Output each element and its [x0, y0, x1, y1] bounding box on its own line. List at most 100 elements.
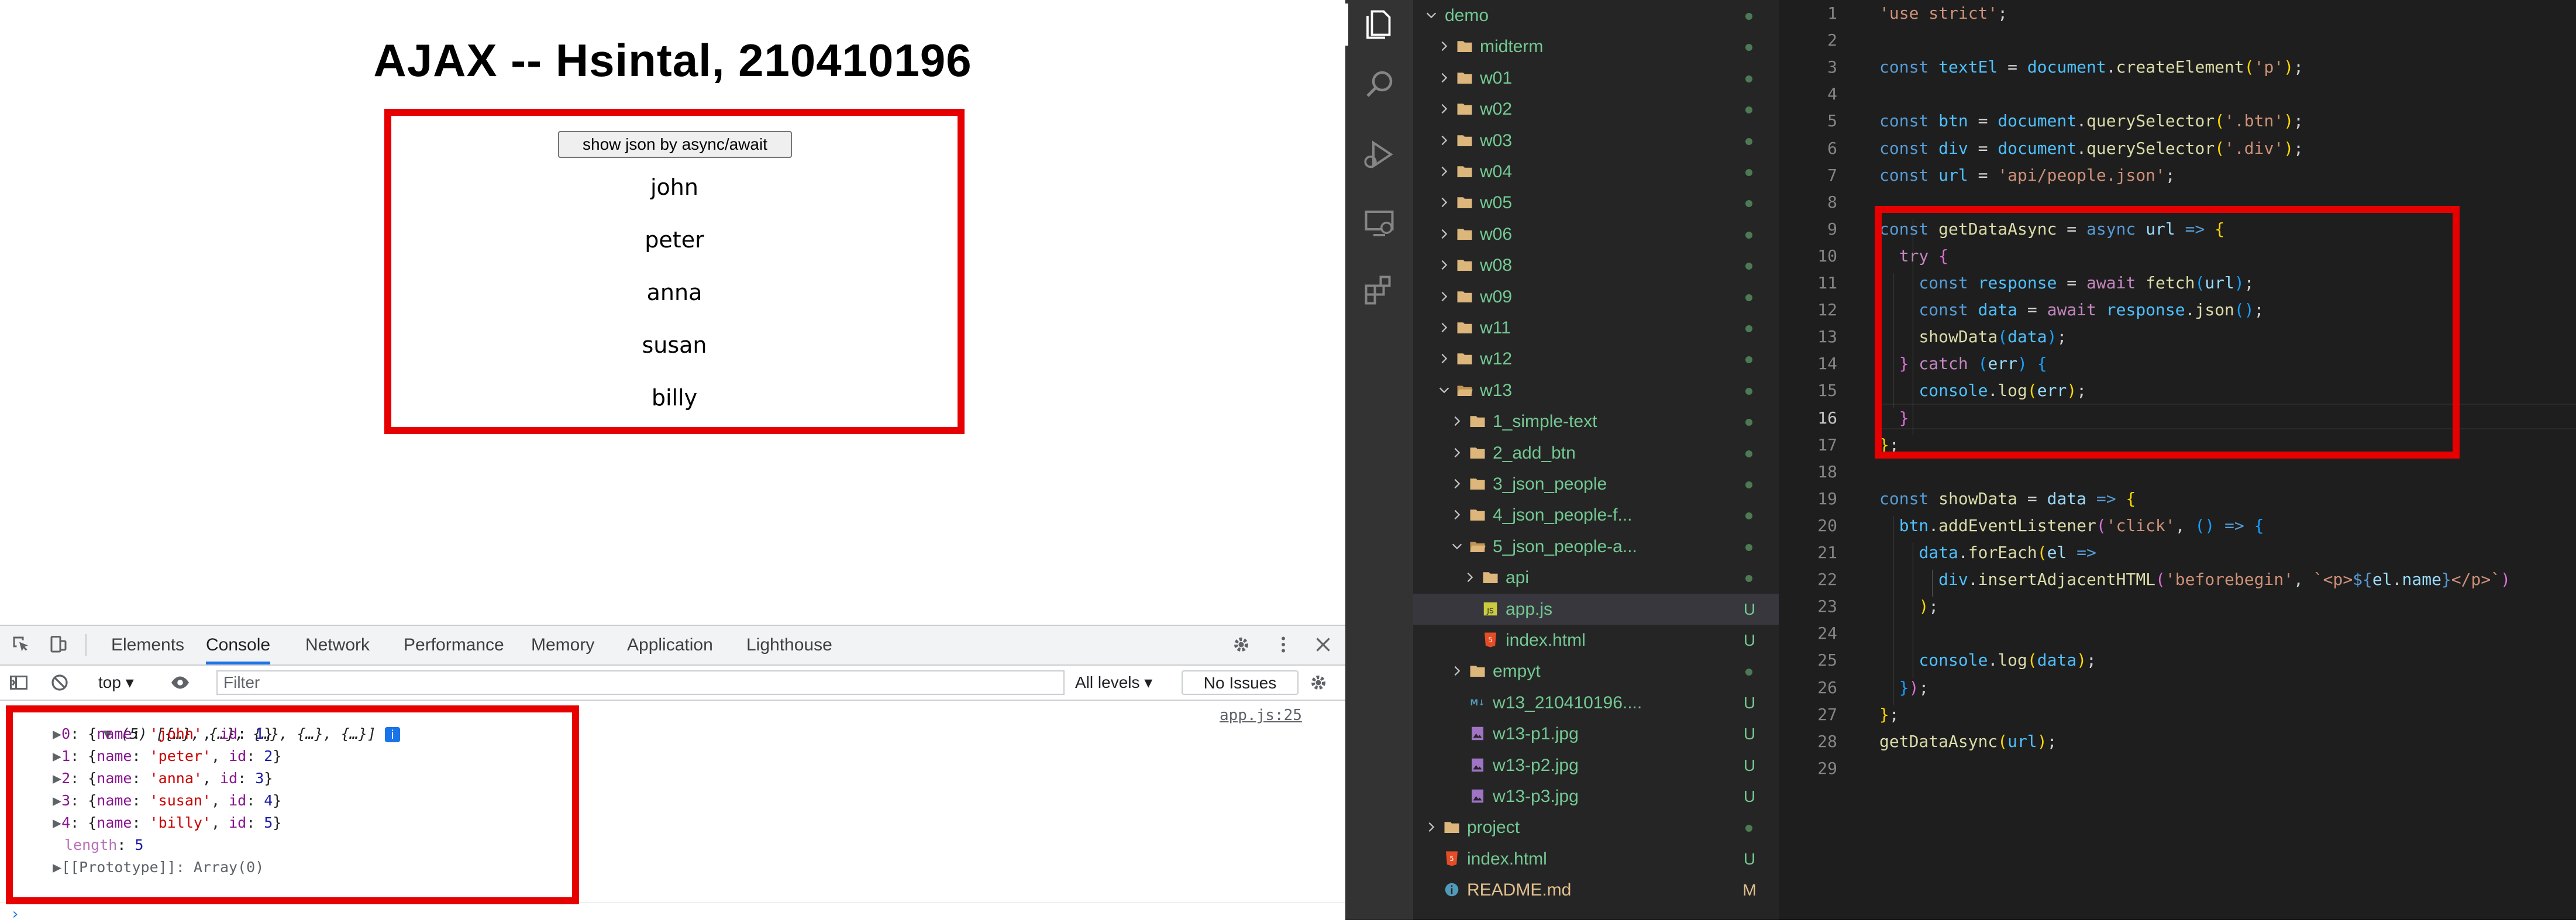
code-line[interactable]: 7 const url = 'api/people.json'; — [1779, 162, 2576, 189]
tree-folder[interactable]: midterm — [1413, 31, 1779, 62]
tree-folder[interactable]: w12 — [1413, 343, 1779, 374]
issues-button[interactable]: No Issues — [1182, 670, 1299, 695]
tree-folder[interactable]: empyt — [1413, 656, 1779, 687]
chevron-right-icon[interactable] — [1451, 415, 1463, 428]
line-code: ); — [1919, 597, 1939, 617]
tab-application[interactable]: Application — [627, 626, 713, 664]
code-line[interactable]: 26 }); — [1779, 674, 2576, 701]
chevron-right-icon[interactable] — [1451, 477, 1463, 490]
chevron-right-icon[interactable] — [1438, 40, 1451, 53]
code-line[interactable]: 25 console.log(data); — [1779, 647, 2576, 674]
inspect-element-icon[interactable] — [11, 634, 32, 655]
code-line[interactable]: 20 btn.addEventListener('click', () => { — [1779, 512, 2576, 539]
code-editor[interactable]: 1'use strict'; 2 3 const textEl = document.… — [1779, 0, 2576, 920]
chevron-right-icon[interactable] — [1438, 165, 1451, 178]
code-line[interactable]: 4 — [1779, 81, 2576, 108]
tree-folder[interactable]: w13 — [1413, 375, 1779, 406]
code-line[interactable]: 23 ); — [1779, 593, 2576, 620]
tree-file[interactable]: README.md M — [1413, 874, 1779, 905]
tree-file[interactable]: 5 index.html U — [1413, 625, 1779, 656]
code-line[interactable]: 28 getDataAsync(url); — [1779, 728, 2576, 755]
code-line[interactable]: 1 'use strict'; — [1779, 0, 2576, 27]
source-link[interactable]: app.js:25 — [1220, 707, 1302, 724]
chevron-right-icon[interactable] — [1438, 102, 1451, 115]
search-icon[interactable] — [1362, 67, 1397, 102]
explorer-files-icon[interactable] — [1362, 7, 1397, 42]
show-json-button[interactable]: show json by async/await — [558, 131, 792, 158]
tree-folder[interactable]: w08 — [1413, 250, 1779, 281]
chevron-right-icon[interactable] — [1438, 71, 1451, 84]
tree-folder[interactable]: w11 — [1413, 312, 1779, 343]
context-selector[interactable]: top ▾ — [98, 666, 134, 700]
chevron-down-icon[interactable] — [1451, 540, 1463, 553]
chevron-down-icon[interactable] — [1425, 9, 1438, 22]
tree-folder[interactable]: w01 — [1413, 63, 1779, 94]
code-line[interactable]: 22 div.insertAdjacentHTML('beforebegin',… — [1779, 566, 2576, 593]
chevron-down-icon[interactable] — [1438, 384, 1451, 397]
tree-folder[interactable]: w02 — [1413, 94, 1779, 125]
tree-folder[interactable]: w06 — [1413, 219, 1779, 250]
tree-file[interactable]: w13-p3.jpg U — [1413, 781, 1779, 812]
code-line[interactable]: 5 const btn = document.querySelector('.bt… — [1779, 108, 2576, 135]
chevron-right-icon[interactable] — [1451, 508, 1463, 521]
eye-icon[interactable] — [170, 672, 191, 693]
tree-folder[interactable]: demo — [1413, 0, 1779, 31]
chevron-right-icon[interactable] — [1451, 664, 1463, 677]
chevron-right-icon[interactable] — [1438, 352, 1451, 365]
prompt-chevron-icon[interactable]: › — [11, 905, 20, 923]
chevron-right-icon[interactable] — [1438, 196, 1451, 209]
extensions-icon[interactable] — [1362, 273, 1397, 308]
more-options-icon[interactable] — [1273, 634, 1294, 655]
tab-console[interactable]: Console — [206, 626, 271, 664]
clear-console-icon[interactable] — [49, 672, 70, 693]
code-line[interactable]: 3 const textEl = document.createElement('… — [1779, 54, 2576, 81]
tree-file[interactable]: JS app.js U — [1413, 593, 1779, 625]
chevron-right-icon[interactable] — [1438, 134, 1451, 147]
tab-performance[interactable]: Performance — [404, 626, 504, 664]
code-line[interactable]: 27}; — [1779, 701, 2576, 728]
tree-file[interactable]: w13-p1.jpg U — [1413, 718, 1779, 749]
tab-lighthouse[interactable]: Lighthouse — [746, 626, 832, 664]
indent-guide — [1932, 570, 1933, 597]
tab-memory[interactable]: Memory — [531, 626, 594, 664]
tree-folder[interactable]: w03 — [1413, 125, 1779, 156]
tab-network[interactable]: Network — [305, 626, 370, 664]
tree-folder[interactable]: 4_json_people-f... — [1413, 500, 1779, 531]
close-icon[interactable] — [1313, 634, 1334, 655]
tree-file[interactable]: 5 index.html U — [1413, 843, 1779, 874]
tree-folder[interactable]: api — [1413, 562, 1779, 593]
code-line[interactable]: 21 data.forEach(el => — [1779, 539, 2576, 566]
tree-folder[interactable]: project — [1413, 812, 1779, 843]
chevron-right-icon[interactable] — [1451, 446, 1463, 459]
chevron-right-icon[interactable] — [1438, 321, 1451, 334]
tree-folder[interactable]: w04 — [1413, 156, 1779, 187]
code-line[interactable]: 24 — [1779, 620, 2576, 647]
tree-folder[interactable]: 2_add_btn — [1413, 438, 1779, 469]
run-debug-icon[interactable] — [1362, 137, 1397, 172]
code-line[interactable]: 18 — [1779, 459, 2576, 485]
tree-folder[interactable]: 3_json_people — [1413, 469, 1779, 500]
sidebar-toggle-icon[interactable] — [8, 672, 29, 693]
device-toolbar-icon[interactable] — [48, 634, 69, 655]
console-settings-icon[interactable] — [1308, 672, 1329, 693]
tab-elements[interactable]: Elements — [111, 626, 184, 664]
remote-explorer-icon[interactable] — [1362, 206, 1397, 241]
tree-file[interactable]: M↓ w13_210410196.... U — [1413, 687, 1779, 718]
tree-folder[interactable]: 1_simple-text — [1413, 406, 1779, 437]
tree-folder[interactable]: w05 — [1413, 187, 1779, 218]
tree-file[interactable]: w13-p2.jpg U — [1413, 750, 1779, 781]
code-line[interactable]: 29 — [1779, 755, 2576, 782]
code-line[interactable]: 2 — [1779, 27, 2576, 54]
settings-gear-icon[interactable] — [1231, 634, 1252, 655]
chevron-right-icon[interactable] — [1463, 571, 1476, 584]
chevron-right-icon[interactable] — [1438, 259, 1451, 271]
chevron-right-icon[interactable] — [1438, 228, 1451, 240]
console-filter-input[interactable] — [216, 670, 1065, 695]
chevron-right-icon[interactable] — [1438, 290, 1451, 303]
code-line[interactable]: 19 const showData = data => { — [1779, 485, 2576, 512]
chevron-right-icon[interactable] — [1425, 821, 1438, 834]
code-line[interactable]: 6 const div = document.querySelector('.di… — [1779, 135, 2576, 162]
tree-folder[interactable]: 5_json_people-a... — [1413, 531, 1779, 562]
tree-folder[interactable]: w09 — [1413, 281, 1779, 312]
log-levels-dropdown[interactable]: All levels ▾ — [1075, 666, 1152, 700]
